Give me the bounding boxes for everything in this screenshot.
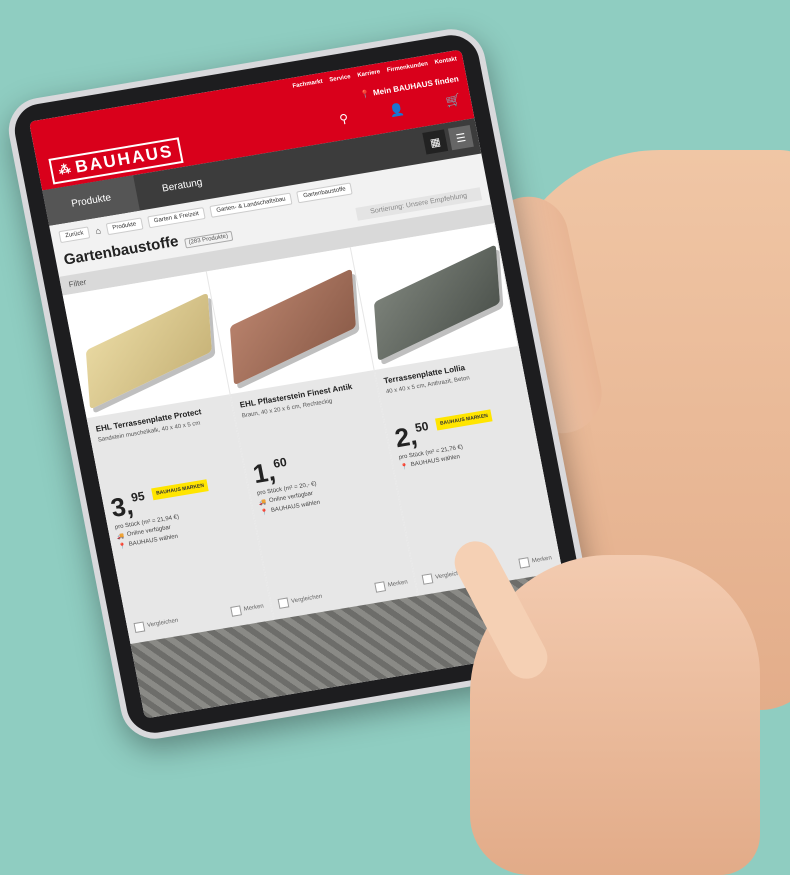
view-toggle: ▦ ☰ — [422, 125, 474, 155]
compare-checkbox[interactable]: Vergleichen — [277, 592, 324, 609]
result-count: (283 Produkte) — [183, 230, 233, 249]
breadcrumb-item[interactable]: Produkte — [105, 217, 144, 236]
home-icon[interactable]: ⌂ — [94, 225, 101, 236]
truck-icon: 🚚 — [258, 499, 267, 507]
location-pin-icon: 📍 — [118, 543, 127, 551]
photo-scene: Fachmarkt Service Karriere Firmenkunden … — [0, 0, 790, 875]
terrace-slab-image — [373, 244, 500, 362]
wishlist-checkbox[interactable]: Merken — [230, 602, 264, 617]
logo-mark-icon: ⁂ — [57, 161, 74, 178]
wishlist-checkbox[interactable]: Merken — [518, 553, 552, 569]
list-view-icon[interactable]: ☰ — [447, 125, 474, 151]
location-pin-icon: 📍 — [359, 89, 371, 100]
product-price: 3,95 — [108, 488, 146, 523]
product-image[interactable] — [351, 223, 518, 370]
brand-badge: BAUHAUS MARKEN — [435, 409, 493, 431]
utility-link[interactable]: Fachmarkt — [292, 79, 323, 90]
utility-link[interactable]: Karriere — [357, 69, 381, 79]
location-pin-icon: 📍 — [400, 463, 409, 471]
nav-item-advice[interactable]: Beratung — [135, 172, 228, 198]
product-price: 2,50 — [392, 418, 430, 454]
utility-link[interactable]: Service — [329, 74, 351, 83]
grid-view-icon[interactable]: ▦ — [422, 129, 449, 155]
breadcrumb-item[interactable]: Garten & Freizeit — [146, 207, 206, 229]
product-price: 1,60 — [250, 454, 288, 489]
utility-link[interactable]: Firmenkunden — [387, 61, 429, 74]
compare-checkbox[interactable]: Vergleichen — [133, 616, 180, 633]
cart-icon[interactable]: 🛒 — [444, 92, 461, 108]
breadcrumb-item[interactable]: Gartenbaustoffe — [296, 182, 353, 204]
location-pin-icon: 📍 — [260, 509, 269, 517]
brand-badge: BAUHAUS MARKEN — [151, 478, 210, 501]
paving-stone-image — [229, 268, 356, 386]
header-icons: ⚲ 👤 🛒 — [338, 92, 462, 126]
paving-slab-image — [85, 292, 212, 410]
search-icon[interactable]: ⚲ — [338, 111, 349, 126]
truck-icon: 🚚 — [116, 533, 125, 541]
wishlist-checkbox[interactable]: Merken — [374, 577, 408, 593]
breadcrumb-back[interactable]: Zurück — [58, 226, 91, 244]
utility-link[interactable]: Kontakt — [434, 56, 457, 66]
product-image[interactable] — [207, 247, 374, 394]
account-icon[interactable]: 👤 — [388, 102, 405, 118]
product-image[interactable] — [63, 272, 230, 419]
